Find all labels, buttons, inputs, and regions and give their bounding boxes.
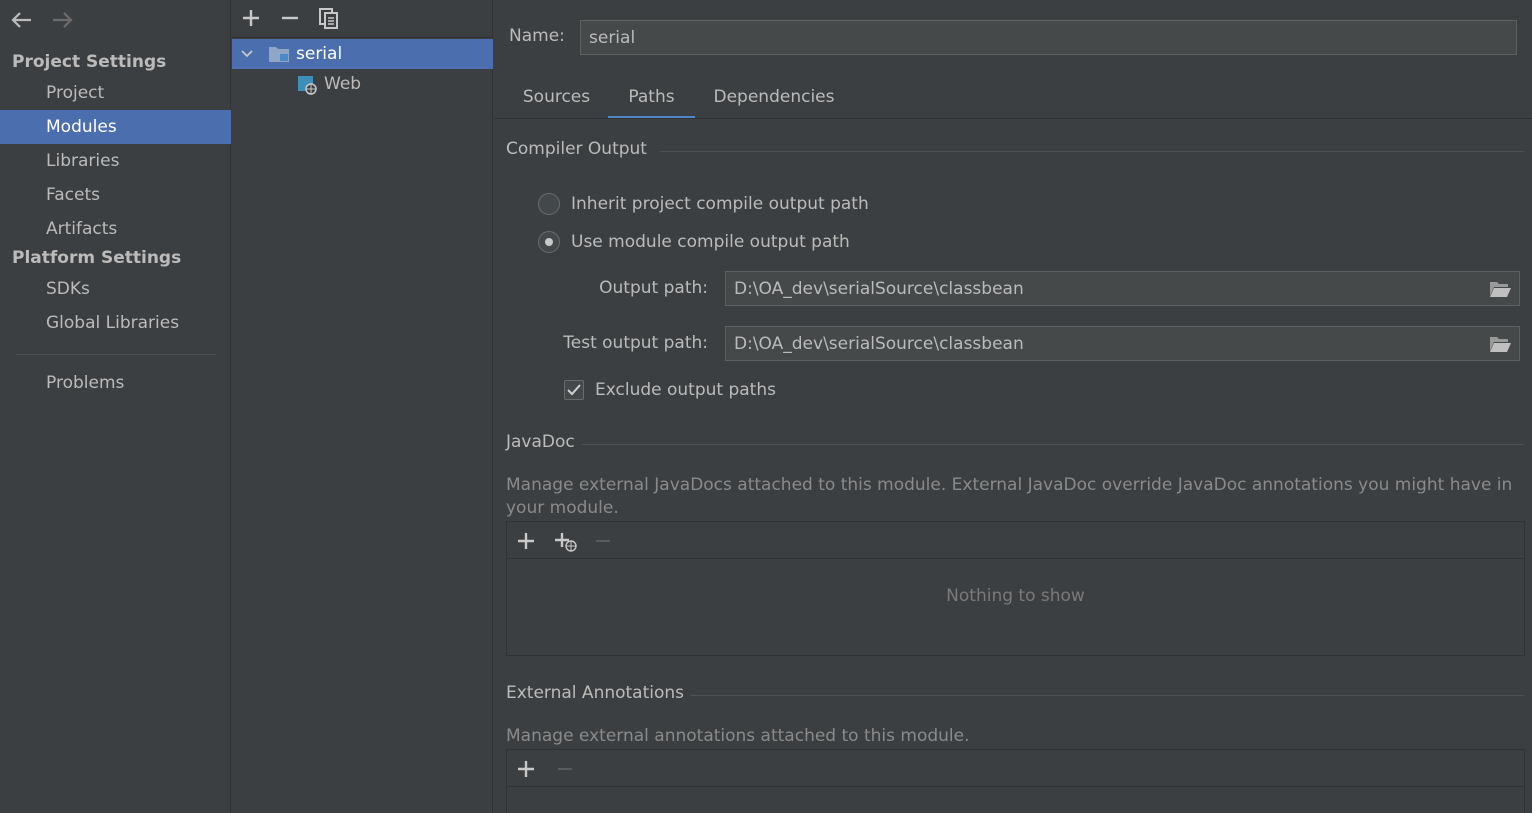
remove-icon[interactable] [554, 758, 578, 780]
arrow-right-icon[interactable] [50, 9, 74, 31]
project-settings-heading: Project Settings [12, 52, 167, 72]
radio-label: Inherit project compile output path [571, 194, 869, 214]
checkmark-icon [567, 384, 581, 396]
module-folder-icon [268, 45, 290, 63]
javadoc-title: JavaDoc [506, 432, 575, 452]
module-tree-panel: serial Web [232, 0, 493, 813]
name-label: Name: [509, 26, 565, 46]
output-path-label: Output path: [599, 278, 708, 298]
module-name-input[interactable] [580, 20, 1517, 55]
radio-label: Use module compile output path [571, 232, 850, 252]
sidebar-item-facets[interactable]: Facets [0, 178, 231, 212]
add-icon[interactable] [515, 758, 539, 780]
external-annotations-description: Manage external annotations attached to … [506, 726, 970, 746]
arrow-left-icon[interactable] [10, 9, 34, 31]
sidebar-item-global-libraries[interactable]: Global Libraries [0, 306, 231, 340]
test-output-path-field [725, 326, 1520, 361]
folder-open-icon[interactable] [1489, 335, 1511, 353]
output-path-input[interactable] [726, 272, 1476, 305]
sidebar-item-problems[interactable]: Problems [0, 366, 231, 400]
external-annotations-list [506, 749, 1525, 813]
javadoc-list-toolbar [507, 522, 1524, 559]
radio-button[interactable] [538, 231, 560, 253]
tree-toolbar-divider [232, 37, 493, 38]
tab-paths[interactable]: Paths [608, 84, 695, 119]
tree-node-serial[interactable]: serial [232, 39, 493, 69]
external-annotations-title: External Annotations [506, 683, 685, 703]
section-divider [691, 695, 1524, 696]
empty-list-text: Nothing to show [946, 586, 1085, 606]
output-path-field [725, 271, 1520, 306]
folder-open-icon[interactable] [1489, 280, 1511, 298]
test-output-path-label: Test output path: [563, 333, 708, 353]
inherit-output-path-radio[interactable]: Inherit project compile output path [538, 192, 869, 216]
add-icon[interactable] [515, 530, 539, 552]
sidebar-item-sdks[interactable]: SDKs [0, 272, 231, 306]
tabs-divider [494, 118, 1532, 119]
tree-node-label: Web [324, 74, 362, 94]
tab-dependencies[interactable]: Dependencies [700, 84, 848, 119]
remove-icon[interactable] [279, 7, 301, 29]
tab-sources[interactable]: Sources [510, 84, 603, 119]
module-settings-content: Name: Sources Paths Dependencies Compile… [494, 0, 1532, 813]
sidebar-item-artifacts[interactable]: Artifacts [0, 212, 231, 246]
section-divider [660, 151, 1524, 152]
javadoc-description: Manage external JavaDocs attached to thi… [506, 475, 1513, 518]
exclude-output-paths-checkbox[interactable]: Exclude output paths [564, 378, 776, 402]
sidebar-divider [16, 354, 216, 355]
copy-icon[interactable] [318, 7, 340, 29]
javadoc-list: Nothing to show [506, 521, 1525, 656]
section-divider [582, 444, 1524, 445]
chevron-down-icon[interactable] [240, 48, 254, 60]
sidebar-item-project[interactable]: Project [0, 76, 231, 110]
remove-icon[interactable] [592, 530, 616, 552]
add-url-icon[interactable] [553, 530, 577, 552]
platform-settings-heading: Platform Settings [12, 248, 182, 268]
checkbox[interactable] [564, 380, 584, 400]
settings-sidebar: Project Settings Project Modules Librari… [0, 0, 231, 813]
sidebar-item-modules[interactable]: Modules [0, 110, 231, 144]
compiler-output-title: Compiler Output [506, 139, 647, 159]
add-icon[interactable] [240, 7, 262, 29]
tree-node-label: serial [296, 44, 343, 64]
web-facet-icon [296, 75, 318, 95]
checkbox-label: Exclude output paths [595, 380, 776, 400]
tree-node-web[interactable]: Web [296, 69, 476, 99]
sidebar-item-libraries[interactable]: Libraries [0, 144, 231, 178]
module-output-path-radio[interactable]: Use module compile output path [538, 230, 850, 254]
test-output-path-input[interactable] [726, 327, 1476, 360]
radio-button[interactable] [538, 193, 560, 215]
external-annotations-toolbar [507, 750, 1524, 787]
